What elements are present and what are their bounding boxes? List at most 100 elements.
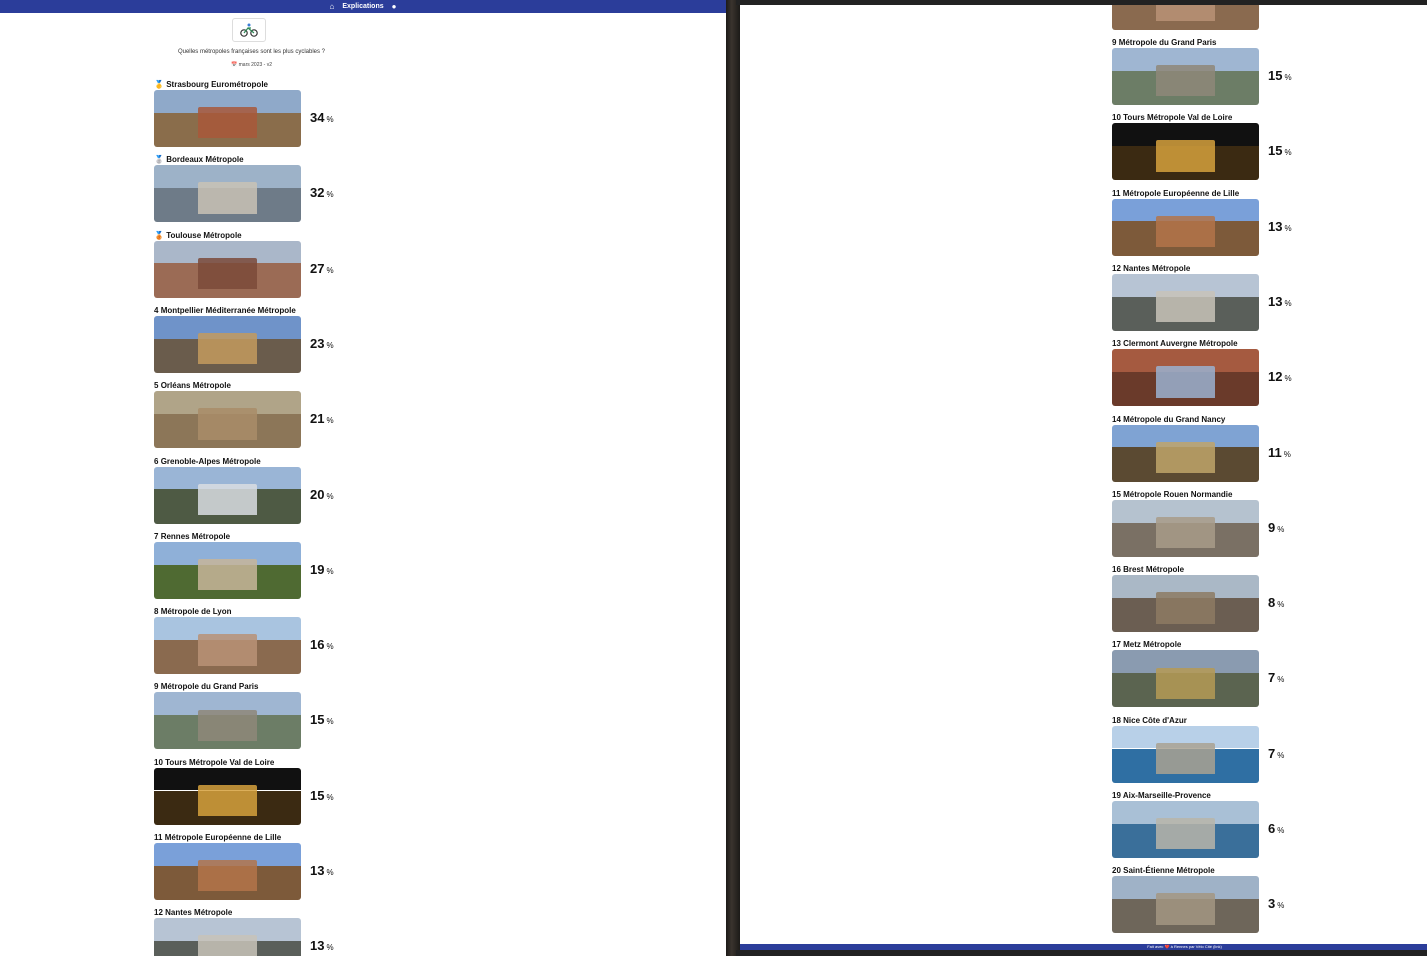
- share-number: 15: [310, 787, 325, 803]
- entry-name: Metz Métropole: [1123, 640, 1182, 650]
- ranking-entry: 17 Metz Métropole 7%: [1112, 640, 1427, 715]
- share-unit: %: [326, 566, 334, 576]
- city-photo: [1112, 575, 1259, 633]
- entry-rank: 6: [154, 456, 159, 466]
- cycling-share-value: 16%: [1268, 5, 1292, 8]
- entry-name: Strasbourg Eurométropole: [166, 80, 268, 89]
- entry-name: Saint-Étienne Métropole: [1123, 866, 1215, 876]
- share-unit: %: [1277, 901, 1285, 911]
- cycling-share-value: 3%: [1268, 896, 1284, 911]
- entry-rank: 7: [154, 531, 159, 541]
- cycling-share-value: 7%: [1268, 670, 1284, 685]
- entry-rank: 4: [154, 305, 159, 315]
- cyclist-icon: [240, 23, 258, 37]
- ranking-entry: 15 Métropole Rouen Normandie 9%: [1112, 490, 1427, 565]
- entry-name: Rennes Métropole: [160, 531, 231, 541]
- home-icon[interactable]: ⌂: [330, 0, 335, 13]
- cycling-share-value: 6%: [1268, 821, 1284, 836]
- ranking-entry: 8 Métropole de Lyon 16%: [154, 607, 514, 682]
- ranking-entry: 8 Métropole de Lyon16%: [1112, 5, 1427, 38]
- window-divider[interactable]: [726, 0, 740, 956]
- entry-label: 6 Grenoble-Alpes Métropole: [154, 457, 261, 466]
- city-photo: [1112, 349, 1259, 407]
- entry-label: 12 Nantes Métropole: [1112, 264, 1190, 273]
- entry-name: Métropole Rouen Normandie: [1123, 489, 1233, 499]
- entry-rank: 19: [1112, 791, 1121, 800]
- ranking-entry: 🥇 Strasbourg Eurométropole 34%: [154, 80, 514, 155]
- nav-explications-link[interactable]: Explications: [342, 0, 383, 13]
- entry-rank: 12: [154, 908, 163, 918]
- city-photo: [154, 391, 301, 449]
- entry-rank: 5: [154, 381, 159, 391]
- cycling-share-value: 16%: [310, 637, 334, 652]
- share-unit: %: [1283, 449, 1291, 459]
- city-photo: [1112, 424, 1259, 482]
- city-photo: [154, 767, 301, 825]
- entry-label: 9 Métropole du Grand Paris: [1112, 38, 1216, 47]
- city-photo: [154, 541, 301, 599]
- entry-rank: 🥈: [154, 155, 164, 165]
- entry-rank: 18: [1112, 715, 1121, 725]
- ranking-entry: 19 Aix-Marseille-Provence 6%: [1112, 791, 1427, 866]
- entry-name: Métropole du Grand Paris: [1118, 38, 1217, 47]
- ranking-entry: 6 Grenoble-Alpes Métropole 20%: [154, 457, 514, 532]
- city-photo: [1112, 198, 1259, 256]
- entry-name: Montpellier Méditerranée Métropole: [160, 305, 296, 315]
- entry-label: 15 Métropole Rouen Normandie: [1112, 490, 1232, 499]
- entry-name: Nice Côte d'Azur: [1123, 715, 1187, 725]
- cycling-share-value: 9%: [1268, 520, 1284, 535]
- city-photo: [154, 315, 301, 373]
- entry-name: Métropole de Lyon: [160, 607, 232, 617]
- share-unit: %: [326, 265, 334, 275]
- entry-rank: 9: [1112, 38, 1117, 47]
- share-number: 27: [310, 260, 325, 276]
- share-number: 12: [1268, 369, 1283, 385]
- share-unit: %: [1277, 675, 1285, 685]
- share-unit: %: [1277, 826, 1285, 835]
- entry-label: 🥈 Bordeaux Métropole: [154, 155, 244, 164]
- city-photo: [154, 843, 301, 900]
- ranking-entry: 18 Nice Côte d'Azur 7%: [1112, 716, 1427, 791]
- share-unit: %: [326, 190, 334, 200]
- share-number: 15: [310, 712, 325, 728]
- cycling-share-value: 27%: [310, 261, 334, 276]
- cycling-share-value: 15%: [1268, 143, 1292, 158]
- cycling-share-value: 11%: [1268, 445, 1291, 460]
- site-logo: [232, 18, 266, 42]
- entry-rank: 12: [1112, 263, 1121, 273]
- city-photo: [154, 918, 301, 956]
- entry-rank: 🥇: [154, 80, 164, 89]
- entry-label: 10 Tours Métropole Val de Loire: [154, 758, 274, 767]
- ranking-entry: 9 Métropole du Grand Paris 15%: [154, 682, 514, 757]
- cycling-share-value: 13%: [1268, 294, 1292, 309]
- share-number: 9: [1268, 519, 1276, 535]
- share-unit: %: [326, 642, 334, 652]
- share-number: 16: [1268, 5, 1282, 8]
- city-photo: [154, 240, 301, 298]
- share-unit: %: [326, 491, 334, 501]
- ranking-entry: 14 Métropole du Grand Nancy 11%: [1112, 415, 1427, 490]
- cycling-share-value: 8%: [1268, 595, 1284, 610]
- cycling-share-value: 13%: [310, 938, 334, 953]
- entry-name: Toulouse Métropole: [166, 230, 242, 240]
- cycling-share-value: 7%: [1268, 746, 1284, 761]
- entry-label: 8 Métropole de Lyon: [154, 607, 232, 616]
- share-number: 11: [1268, 444, 1282, 460]
- entry-label: 14 Métropole du Grand Nancy: [1112, 415, 1225, 424]
- entry-label: 5 Orléans Métropole: [154, 381, 231, 390]
- entry-label: 16 Brest Métropole: [1112, 565, 1184, 574]
- cycling-share-value: 13%: [310, 863, 334, 878]
- github-icon[interactable]: ●: [392, 0, 397, 13]
- share-unit: %: [1277, 750, 1285, 760]
- cycling-share-value: 15%: [310, 788, 334, 803]
- cycling-share-value: 13%: [1268, 219, 1292, 234]
- entry-label: 11 Métropole Européenne de Lille: [1112, 189, 1239, 198]
- entry-rank: 13: [1112, 339, 1121, 349]
- cycling-share-value: 23%: [310, 336, 334, 351]
- entry-label: 12 Nantes Métropole: [154, 908, 232, 917]
- city-photo: [154, 466, 301, 524]
- city-photo: [1112, 876, 1259, 934]
- cycling-share-value: 12%: [1268, 369, 1292, 384]
- share-number: 15: [1268, 143, 1283, 159]
- share-number: 13: [310, 863, 325, 878]
